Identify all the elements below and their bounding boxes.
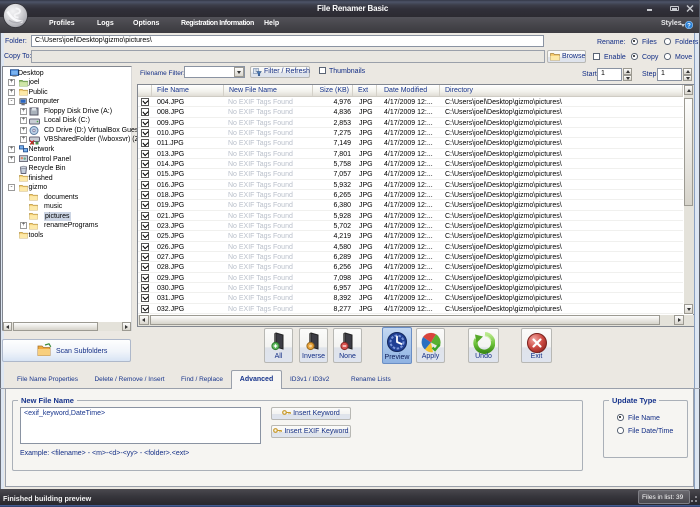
svg-text:?: ? [687,23,691,29]
